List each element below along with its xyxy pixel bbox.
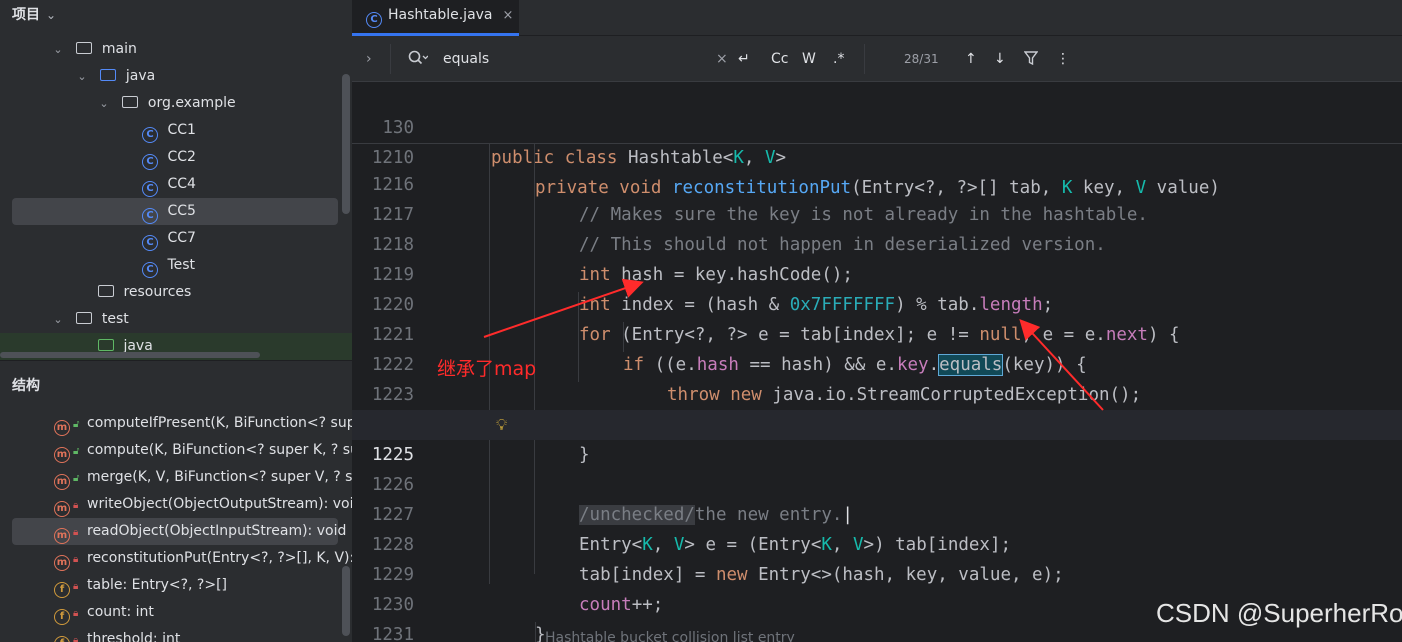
annotation-label: 继承了map bbox=[437, 358, 537, 380]
annotation-arrow-right bbox=[1019, 319, 1104, 411]
annotation-arrow-left bbox=[483, 278, 644, 338]
annotation-arrows bbox=[483, 278, 1104, 411]
watermark: CSDN @SuperherRo bbox=[1156, 598, 1402, 628]
